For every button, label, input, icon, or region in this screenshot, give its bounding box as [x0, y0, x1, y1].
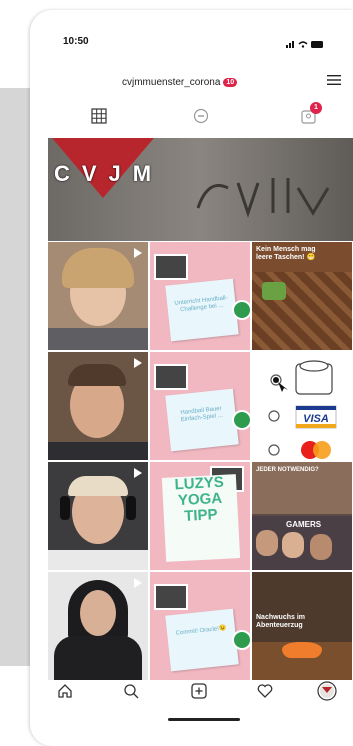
- profile-avatar-icon: [317, 681, 337, 701]
- profile-header: cvjmmuenster_corona 10: [30, 64, 353, 94]
- grid-post[interactable]: Nachwuchs im Abenteuerzug: [252, 572, 352, 680]
- plant: [262, 282, 286, 300]
- video-play-icon: [134, 248, 142, 258]
- sticky-note: Handball Bauer Einfach-Spiel ...: [165, 388, 239, 452]
- person-face: [256, 530, 278, 556]
- shirt: [48, 442, 148, 460]
- note-text: Handball Bauer Einfach-Spiel ...: [180, 405, 224, 424]
- profile-username[interactable]: cvjmmuenster_corona 10: [122, 77, 238, 88]
- svg-text:VISA: VISA: [303, 413, 329, 425]
- cvjm-banner-text: CVJM: [54, 161, 164, 186]
- grid-post[interactable]: [48, 242, 148, 350]
- tab-igtv[interactable]: [186, 102, 216, 130]
- headphone-right: [126, 496, 136, 520]
- yoga-line: TIPP: [183, 506, 218, 525]
- heart-icon: [257, 684, 273, 698]
- shirt: [48, 328, 148, 350]
- username-text: cvjmmuenster_corona: [122, 77, 221, 88]
- video-play-icon: [134, 578, 142, 588]
- soccer-ball-icon: [232, 410, 250, 430]
- soccer-ball-icon: [232, 300, 250, 320]
- home-icon: [58, 684, 72, 698]
- video-play-icon: [134, 358, 142, 368]
- campfire: [282, 642, 322, 658]
- shirt: [48, 550, 148, 570]
- grid-post[interactable]: [48, 572, 148, 680]
- nav-search[interactable]: [118, 678, 144, 704]
- tab-grid[interactable]: [84, 102, 114, 130]
- video-play-icon: [134, 468, 142, 478]
- phone-screen: 10:50 cvjmmuenster_corona 10 1 CVJM Unte…: [30, 10, 353, 746]
- payment-options-icon: VISA: [268, 360, 337, 459]
- grid-post[interactable]: VISA: [252, 352, 352, 460]
- person-face: [310, 534, 332, 560]
- person-face: [282, 532, 304, 558]
- status-bar: 10:50: [30, 10, 353, 60]
- profile-tabs: 1: [30, 102, 353, 130]
- grid-post[interactable]: Commit! Oracle!😉: [150, 572, 250, 680]
- tab-tagged[interactable]: 1: [294, 102, 324, 130]
- nav-create[interactable]: [186, 678, 212, 704]
- home-indicator: [168, 718, 240, 721]
- sticky-note: Commit! Oracle!😉: [165, 608, 239, 672]
- soccer-ball-icon: [232, 630, 250, 650]
- add-post-icon: [191, 683, 207, 699]
- note-text: Commit! Oracle!😉: [175, 625, 227, 637]
- hair: [62, 248, 134, 288]
- thumbnail-image: [154, 584, 188, 610]
- hair: [68, 364, 126, 386]
- grid-post[interactable]: Unterricht Handball-Challenge bei ...: [150, 242, 250, 350]
- grid-post[interactable]: Handball Bauer Einfach-Spiel ...: [150, 352, 250, 460]
- sticky-note: Unterricht Handball-Challenge bei ...: [165, 278, 239, 342]
- posts-grid: CVJM Unterricht Handball-Challenge bei .…: [48, 138, 353, 680]
- bottom-nav: [30, 670, 353, 710]
- note-text: Unterricht Handball-Challenge bei ...: [174, 295, 228, 314]
- post-caption: Kein Mensch mag leere Taschen! 😁: [256, 246, 316, 261]
- grid-post[interactable]: JEDER NOTWENDIG? GAMERS: [252, 462, 352, 570]
- headphone-left: [60, 496, 70, 520]
- nav-home[interactable]: [52, 678, 78, 704]
- grid-icon: [91, 108, 107, 124]
- hair: [68, 476, 128, 496]
- yoga-card: LUZYS YOGA TIPP: [161, 474, 241, 562]
- grid-post[interactable]: [48, 352, 148, 460]
- igtv-icon: [193, 108, 209, 124]
- wall-lettering-icon: [196, 178, 330, 218]
- person-face: [80, 590, 116, 636]
- notification-badge: 10: [223, 77, 238, 87]
- thumbnail-image: [154, 254, 188, 280]
- gamers-label: GAMERS: [286, 520, 322, 529]
- grid-post[interactable]: [48, 462, 148, 570]
- grid-post[interactable]: LUZYS YOGA TIPP: [150, 462, 250, 570]
- post-caption: Nachwuchs im Abenteuerzug: [256, 614, 306, 629]
- search-icon: [124, 684, 139, 699]
- nav-profile[interactable]: [314, 678, 340, 704]
- cvjm-logo-icon: [52, 138, 154, 198]
- nav-activity[interactable]: [252, 678, 278, 704]
- grid-post[interactable]: Kein Mensch mag leere Taschen! 😁: [252, 242, 352, 350]
- signal-wifi-battery-icon: [286, 41, 323, 48]
- grid-post[interactable]: CVJM: [48, 138, 353, 241]
- menu-icon[interactable]: [327, 74, 341, 86]
- status-time: 10:50: [63, 36, 89, 47]
- thumbnail-image: [154, 364, 188, 390]
- collage-top-text: JEDER NOTWENDIG?: [256, 467, 319, 473]
- tagged-badge: 1: [310, 102, 322, 114]
